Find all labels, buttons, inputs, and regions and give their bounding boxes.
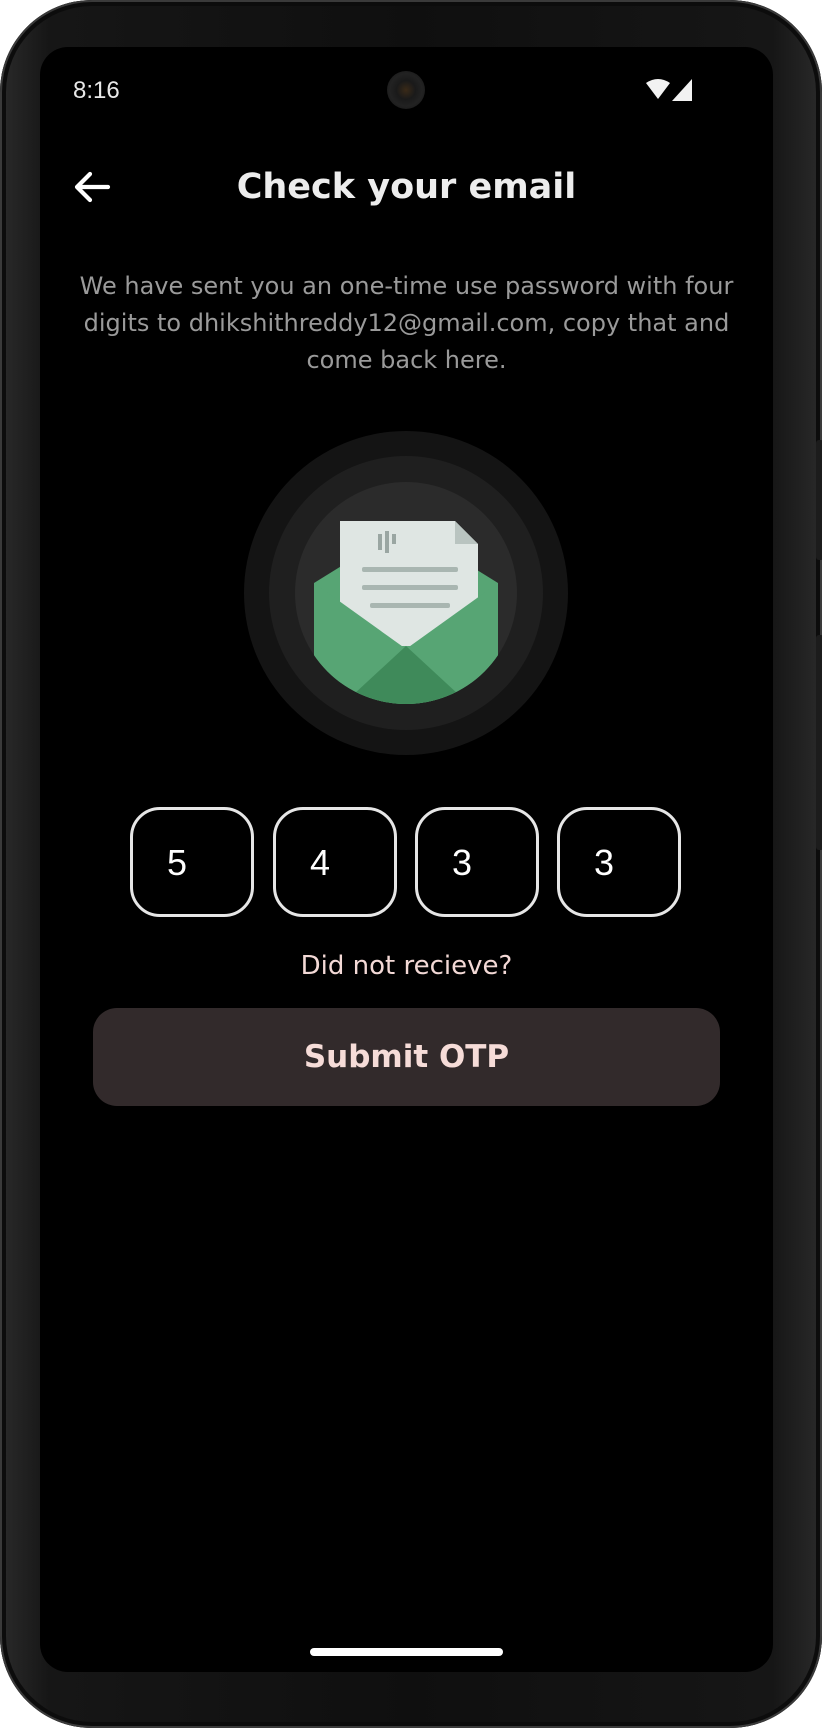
otp-digit-3[interactable]: 3 bbox=[415, 807, 539, 917]
status-icons bbox=[646, 79, 692, 101]
otp-input-group: 5 4 3 3 bbox=[130, 807, 683, 917]
wifi-icon bbox=[646, 79, 670, 99]
resend-link[interactable]: Did not recieve? bbox=[40, 951, 773, 981]
page-title: Check your email bbox=[236, 167, 577, 207]
volume-button bbox=[816, 635, 822, 850]
front-camera bbox=[387, 71, 425, 109]
otp-digit-1[interactable]: 5 bbox=[130, 807, 254, 917]
arrow-left-icon bbox=[74, 171, 111, 203]
otp-digit-4[interactable]: 3 bbox=[557, 807, 681, 917]
phone-frame: 8:16 Check your email We have sent you a… bbox=[0, 0, 822, 1728]
back-button[interactable] bbox=[64, 159, 120, 215]
cell-signal-icon bbox=[672, 79, 692, 101]
instruction-text: We have sent you an one-time use passwor… bbox=[79, 272, 734, 374]
open-envelope-letter-icon bbox=[244, 431, 568, 755]
home-indicator[interactable] bbox=[310, 1648, 503, 1656]
submit-otp-button[interactable]: Submit OTP bbox=[93, 1008, 720, 1106]
app-screen: 8:16 Check your email We have sent you a… bbox=[40, 47, 773, 1672]
power-button bbox=[816, 440, 822, 560]
status-time: 8:16 bbox=[73, 77, 120, 104]
otp-digit-2[interactable]: 4 bbox=[273, 807, 397, 917]
